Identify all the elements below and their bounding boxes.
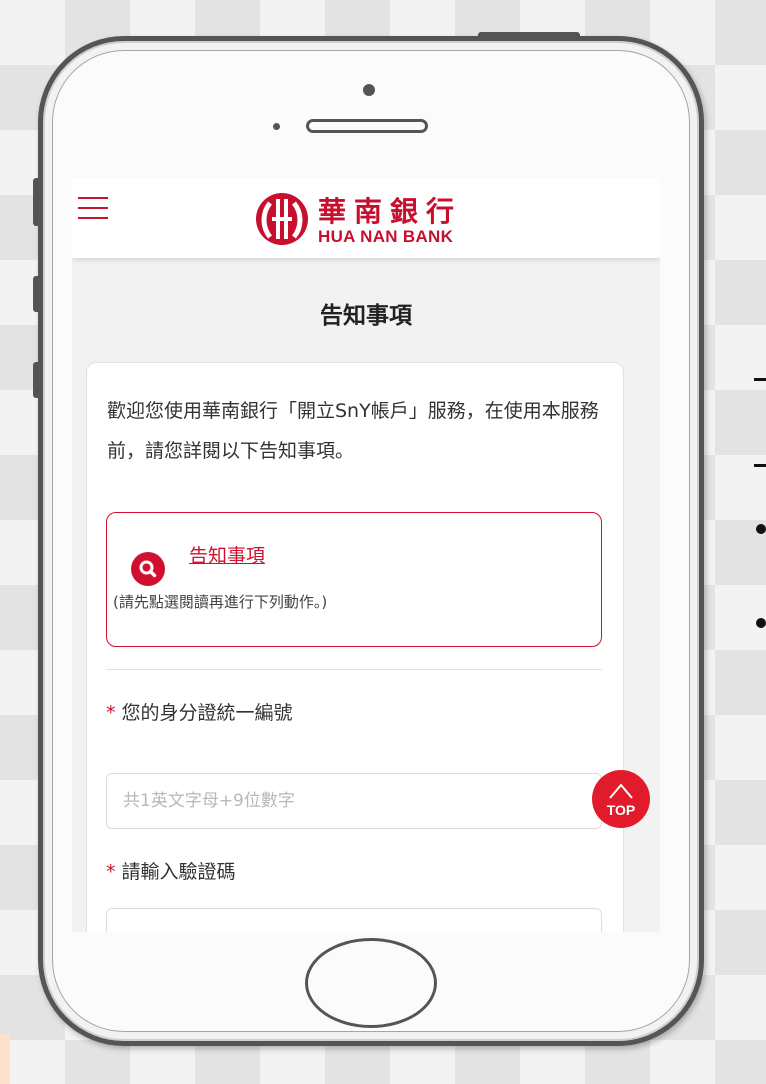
notice-hint: (請先點選閱讀再進行下列動作。) [113, 593, 328, 611]
phone-sensor [273, 123, 280, 130]
orange-edge-decoration [0, 1034, 10, 1084]
chevron-up-icon [609, 783, 633, 799]
captcha-label: * 請輸入驗證碼 [106, 857, 236, 884]
content-card: 歡迎您使用華南銀行「開立SnY帳戶」服務，在使用本服務前，請您詳閱以下告知事項。… [86, 362, 624, 932]
app-header: 華南銀行 HUA NAN BANK [72, 178, 660, 258]
bank-logo[interactable]: 華南銀行 HUA NAN BANK [254, 190, 514, 252]
phone-home-button[interactable] [305, 938, 437, 1028]
back-to-top-button[interactable]: TOP [592, 770, 650, 828]
captcha-input[interactable] [106, 908, 602, 932]
search-icon[interactable] [131, 552, 165, 586]
bank-name-en: HUA NAN BANK [318, 227, 454, 246]
id-number-label: * 您的身分證統一編號 [106, 698, 293, 725]
menu-icon[interactable] [78, 197, 108, 219]
notice-link[interactable]: 告知事項 [189, 541, 265, 568]
background-bullets [752, 360, 766, 660]
id-number-label-text: 您的身分證統一編號 [121, 702, 293, 724]
required-mark: * [106, 861, 116, 883]
bank-logo-icon [256, 193, 308, 245]
phone-speaker [306, 119, 428, 133]
intro-text: 歡迎您使用華南銀行「開立SnY帳戶」服務，在使用本服務前，請您詳閱以下告知事項。 [107, 400, 599, 462]
phone-camera [363, 84, 375, 96]
id-number-input[interactable] [106, 773, 602, 829]
notice-box: 告知事項 (請先點選閱讀再進行下列動作。) [106, 512, 602, 647]
back-to-top-label: TOP [606, 802, 636, 818]
app-screen: 華南銀行 HUA NAN BANK 告知事項 歡迎您使用華南銀行「開立SnY帳戶… [72, 178, 660, 932]
divider [106, 669, 602, 670]
captcha-label-text: 請輸入驗證碼 [121, 861, 236, 883]
page-title: 告知事項 [320, 303, 412, 329]
bank-name-cn: 華南銀行 [318, 195, 463, 228]
required-mark: * [106, 702, 116, 724]
